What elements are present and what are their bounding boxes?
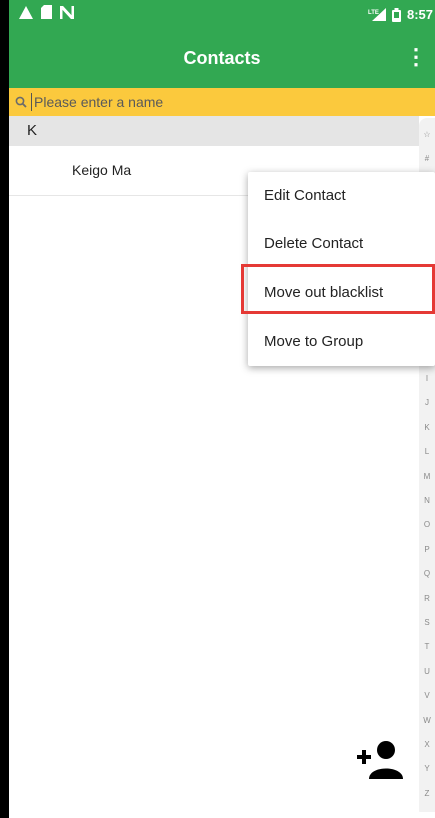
menu-item-move-to-group[interactable]: Move to Group: [248, 318, 435, 366]
alphabet-index-letter[interactable]: T: [419, 642, 435, 651]
menu-item-delete-contact[interactable]: Delete Contact: [248, 220, 435, 268]
search-input[interactable]: [34, 94, 364, 110]
alphabet-index-letter[interactable]: K: [419, 423, 435, 432]
alphabet-index-letter[interactable]: S: [419, 618, 435, 627]
status-bar: LTE 8:57: [9, 0, 435, 30]
alphabet-index-letter[interactable]: ☆: [419, 130, 435, 139]
sim-icon: [41, 5, 52, 19]
status-time: 8:57: [406, 7, 433, 22]
text-cursor: [31, 93, 32, 111]
search-icon: [15, 96, 27, 108]
alphabet-index-letter[interactable]: W: [419, 716, 435, 725]
alphabet-index-letter[interactable]: Z: [419, 789, 435, 798]
alphabet-index-letter[interactable]: I: [419, 374, 435, 383]
alphabet-index-letter[interactable]: Y: [419, 764, 435, 773]
screen-edge: [0, 0, 9, 818]
bottom-edge: [9, 812, 435, 818]
menu-item-move-out-blacklist[interactable]: Move out blacklist: [248, 269, 435, 317]
alphabet-index-letter[interactable]: P: [419, 545, 435, 554]
alphabet-index-letter[interactable]: V: [419, 691, 435, 700]
menu-item-edit-contact[interactable]: Edit Contact: [248, 172, 435, 220]
alphabet-index-letter[interactable]: Q: [419, 569, 435, 578]
signal-icon: LTE: [368, 8, 386, 21]
alphabet-index-letter[interactable]: N: [419, 496, 435, 505]
more-vert-icon[interactable]: ⋮: [405, 46, 427, 68]
network-type-label: LTE: [368, 10, 379, 16]
alphabet-index-letter[interactable]: O: [419, 520, 435, 529]
page-title: Contacts: [183, 48, 261, 68]
alphabet-index-letter[interactable]: R: [419, 594, 435, 603]
context-menu: Edit Contact Delete Contact Move out bla…: [248, 172, 435, 366]
section-header: K: [9, 116, 419, 146]
app-bar: Contacts ⋮: [9, 30, 435, 88]
alphabet-index-letter[interactable]: U: [419, 667, 435, 676]
search-bar[interactable]: [9, 88, 435, 116]
alphabet-index-letter[interactable]: L: [419, 447, 435, 456]
n-icon: [60, 5, 74, 19]
contact-name: Keigo Ma: [72, 162, 132, 178]
alphabet-index-letter[interactable]: X: [419, 740, 435, 749]
warning-icon: [19, 5, 33, 19]
alphabet-index-letter[interactable]: M: [419, 472, 435, 481]
battery-icon: [391, 7, 401, 22]
add-person-icon[interactable]: [355, 737, 405, 781]
alphabet-index-letter[interactable]: J: [419, 398, 435, 407]
alphabet-index-letter[interactable]: #: [419, 154, 435, 163]
